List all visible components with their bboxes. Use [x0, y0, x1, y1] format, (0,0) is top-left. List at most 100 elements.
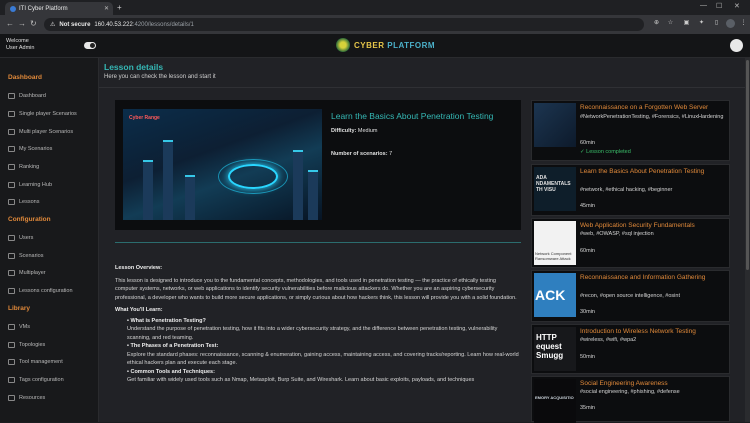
tab-title: ITI Cyber Platform: [19, 5, 68, 12]
lesson-card: Cyber Range Learn the Basics About Penet…: [115, 100, 521, 230]
sidebar-item-learning-hub[interactable]: Learning Hub: [8, 182, 52, 188]
minimize-icon[interactable]: —: [700, 2, 707, 9]
related-lesson-card[interactable]: EMORY ACQUISITIO Social Engineering Awar…: [531, 376, 730, 423]
my-scenarios-icon: [8, 146, 15, 152]
lesson-description: Lesson Overview: This lesson is designed…: [115, 264, 519, 385]
resources-icon: [8, 395, 15, 401]
related-lesson-thumbnail: Network Component Ransomware Attack: [534, 221, 576, 265]
ranking-icon: [8, 164, 15, 170]
related-lesson-title: Reconnaissance on a Forgotten Web Server: [580, 104, 709, 111]
related-lesson-card[interactable]: ACK Reconnaissance and Information Gathe…: [531, 270, 730, 322]
maximize-icon[interactable]: ☐: [716, 2, 722, 10]
logo-emblem-icon: [336, 38, 350, 52]
sidebar-item-lessons[interactable]: Lessons: [8, 199, 40, 205]
platform-logo[interactable]: CYBER PLATFORM: [336, 38, 435, 52]
tool-management-icon: [8, 359, 15, 365]
lessons-config-icon: [8, 288, 15, 294]
sidebar-item-lessons-configuration[interactable]: Lessons configuration: [8, 288, 73, 294]
users-icon: [8, 235, 15, 241]
close-window-icon[interactable]: ✕: [734, 2, 740, 10]
overview-heading: Lesson Overview:: [115, 265, 163, 271]
sidebar-section-dashboard: Dashboard: [8, 74, 42, 81]
dashboard-icon: [8, 93, 15, 99]
translate-icon[interactable]: ⊕: [652, 19, 661, 28]
sidebar-panel-icon[interactable]: ▯: [712, 19, 721, 28]
sidebar-item-tags-configuration[interactable]: Tags configuration: [8, 377, 64, 383]
sidebar-item-multiplayer[interactable]: Multiplayer: [8, 270, 46, 276]
welcome-block: Welcome User Admin: [6, 38, 34, 52]
page-scrollbar-thumb[interactable]: [746, 60, 749, 270]
bookmark-star-icon[interactable]: ☆: [666, 19, 675, 28]
lesson-completed-badge: ✓ Lesson completed: [580, 149, 631, 155]
related-lesson-card[interactable]: Reconnaissance on a Forgotten Web Server…: [531, 100, 730, 161]
sidebar-item-dashboard[interactable]: Dashboard: [8, 93, 46, 99]
menu-kebab-icon[interactable]: ⋮: [739, 19, 748, 28]
related-lesson-thumbnail: EMORY ACQUISITIO: [534, 379, 576, 423]
sidebar-item-tool-management[interactable]: Tool management: [8, 359, 63, 365]
user-avatar[interactable]: [730, 39, 743, 52]
learn-item-text: Get familiar with widely used tools such…: [127, 377, 475, 383]
sidebar-item-users[interactable]: Users: [8, 235, 33, 241]
overview-text: This lesson is designed to introduce you…: [115, 277, 517, 301]
new-tab-button[interactable]: +: [117, 3, 122, 12]
sidebar-item-resources[interactable]: Resources: [8, 395, 45, 401]
page-title: Lesson details: [104, 62, 164, 72]
warning-icon: ⚠: [50, 22, 56, 28]
logo-text: CYBER PLATFORM: [354, 40, 436, 50]
sidebar-item-my-scenarios[interactable]: My Scenarios: [8, 146, 52, 152]
site-favicon-icon: [10, 5, 16, 12]
back-icon[interactable]: ←: [6, 19, 14, 28]
browser-tab[interactable]: ITI Cyber Platform ✕: [5, 2, 113, 15]
related-lesson-thumbnail: ACK: [534, 273, 576, 317]
sidebar-item-vms[interactable]: VMs: [8, 324, 30, 330]
topologies-icon: [8, 342, 15, 348]
sidebar-item-ranking[interactable]: Ranking: [8, 164, 39, 170]
related-lesson-title: Introduction to Wireless Network Testing: [580, 328, 696, 335]
content-divider: [115, 242, 521, 243]
related-lesson-duration: 60min: [580, 140, 595, 146]
sidebar: Dashboard Dashboard Single player Scenar…: [0, 58, 99, 422]
multi-player-icon: [8, 129, 15, 135]
related-lesson-title: Social Engineering Awareness: [580, 380, 668, 387]
single-player-icon: [8, 111, 15, 117]
vms-icon: [8, 324, 15, 330]
theme-toggle[interactable]: [84, 42, 96, 49]
related-lesson-duration: 45min: [580, 203, 595, 209]
related-lesson-thumbnail: [534, 103, 576, 147]
related-lesson-duration: 30min: [580, 309, 595, 315]
related-lesson-card[interactable]: Network Component Ransomware Attack Web …: [531, 218, 730, 268]
related-lesson-title: Reconnaissance and Information Gathering: [580, 274, 706, 281]
lesson-image: Cyber Range: [123, 109, 322, 220]
forward-icon[interactable]: →: [18, 19, 26, 28]
url-path: :4200/lessons/details/1: [132, 21, 194, 28]
sidebar-item-topologies[interactable]: Topologies: [8, 342, 45, 348]
related-lesson-duration: 60min: [580, 248, 595, 254]
url-host: 160.40.53.222: [94, 21, 133, 28]
extension-icon[interactable]: ▣: [682, 19, 691, 28]
sidebar-item-single-player[interactable]: Single player Scenarios: [8, 111, 77, 117]
sidebar-item-multi-player[interactable]: Multi player Scenarios: [8, 129, 73, 135]
lessons-icon: [8, 199, 15, 205]
reload-icon[interactable]: ↻: [30, 19, 37, 28]
related-lesson-tags: #NetworkPenetrationTesting, #Forensics, …: [580, 114, 724, 120]
sidebar-section-configuration: Configuration: [8, 216, 51, 223]
related-lesson-tags: #network, #ethical hacking, #beginner: [580, 187, 673, 193]
related-lesson-duration: 50min: [580, 354, 595, 360]
extension-puzzle-icon[interactable]: ✦: [697, 19, 706, 28]
user-name: User Admin: [6, 45, 35, 51]
related-lesson-thumbnail: HTTP equest Smugg: [534, 327, 576, 371]
sidebar-item-scenarios[interactable]: Scenarios: [8, 253, 43, 259]
browser-tab-bar: ITI Cyber Platform ✕ + — ☐ ✕: [0, 0, 750, 15]
lesson-scenarios-count: Number of scenarios: 7: [331, 151, 393, 157]
sidebar-section-library: Library: [8, 305, 31, 312]
address-bar: ← → ↻ ⚠ Not secure 160.40.53.222:4200/le…: [0, 15, 750, 34]
related-lesson-tags: #recon, #open source intelligence, #osin…: [580, 293, 680, 299]
learn-heading: What You'll Learn:: [115, 307, 163, 313]
profile-avatar-icon[interactable]: [726, 19, 735, 28]
related-lesson-card[interactable]: ADA NDAMENTALS TH VISU Learn the Basics …: [531, 164, 730, 216]
tab-close-icon[interactable]: ✕: [104, 5, 109, 12]
learn-item-heading: What is Penetration Testing?: [127, 317, 519, 326]
related-lesson-card[interactable]: HTTP equest Smugg Introduction to Wirele…: [531, 324, 730, 374]
multiplayer-icon: [8, 270, 15, 276]
url-input[interactable]: ⚠ Not secure 160.40.53.222:4200/lessons/…: [44, 18, 644, 31]
